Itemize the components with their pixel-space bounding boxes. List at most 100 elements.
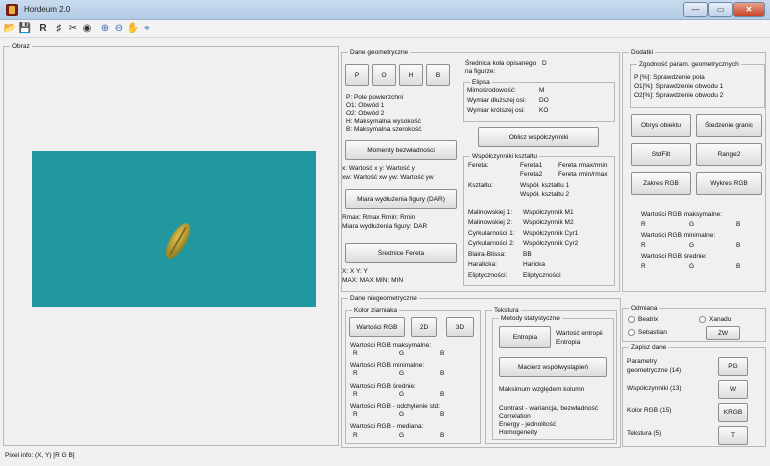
- image-canvas[interactable]: [32, 151, 316, 307]
- save-icon[interactable]: 💾: [18, 22, 32, 36]
- variety-radio[interactable]: [628, 329, 635, 336]
- rgb-g: G: [399, 411, 405, 418]
- legend-b: B: Maksymalna szerokość: [346, 126, 422, 133]
- coef-value: Eliptyczności: [523, 272, 561, 279]
- hash-icon[interactable]: ♯: [52, 22, 66, 36]
- minimize-button[interactable]: —: [683, 2, 708, 17]
- save-rgb-label: Kolor RGB (15): [627, 407, 672, 414]
- coef-value: Współczynnik Cyr1: [523, 230, 579, 237]
- rgb-avg-label: Wartości RGB średnie:: [641, 253, 707, 260]
- coef-label: Blaira-Blissa:: [468, 251, 506, 258]
- feret-diameters-button[interactable]: Średnice Fereta: [345, 243, 457, 263]
- cooccurrence-matrix-button[interactable]: Macierz współwystąpień: [499, 357, 607, 377]
- ellipse-label: Wymiar dłuższej osi:: [467, 97, 527, 104]
- statistical-methods-title: Metody statystyczne: [499, 314, 562, 323]
- geometric-consistency-title: Zgodność param. geometrycznych: [637, 60, 741, 69]
- feret-max-min: MAX: MAX MIN: MIN: [342, 277, 404, 284]
- circumcircle-value: D: [542, 60, 547, 67]
- p-button[interactable]: P: [345, 64, 369, 86]
- ellipse-value: M: [539, 87, 545, 94]
- grain-rgb-median-label: Wartości RGB - mediana:: [350, 423, 424, 430]
- feret-rmax-rmin: Fereta rmax/rmin: [558, 162, 608, 169]
- zoom-out-icon[interactable]: ⊖: [112, 22, 126, 36]
- obraz-title: Obraz: [10, 42, 32, 51]
- coef-label: Cyrkularności 2:: [468, 240, 515, 247]
- rgb-g: G: [399, 350, 405, 357]
- app-icon: [6, 4, 18, 16]
- coef-label: Eliptyczności:: [468, 272, 508, 279]
- rgb-plot-button[interactable]: Wykres RGB: [696, 172, 762, 195]
- pan-icon[interactable]: ✋: [126, 22, 140, 36]
- o-button[interactable]: O: [372, 64, 396, 86]
- save-pg-button[interactable]: PG: [718, 357, 748, 376]
- data-cursor-icon[interactable]: ⌖: [140, 22, 154, 36]
- object-outline-button[interactable]: Obrys obiektu: [631, 114, 691, 137]
- title-bar: Hordeum 2.0 — ▭ ✕: [0, 0, 770, 20]
- variety-sebastian-label: Sebastian: [638, 329, 667, 336]
- consistency-line: O2[%]: Sprawdzenie obwodu 2: [634, 92, 724, 99]
- moments-line-1: x: Wartość x y: Wartość y: [342, 165, 415, 172]
- energy-label: Energy - jednolitość: [499, 421, 557, 428]
- rgb-r: R: [641, 263, 646, 270]
- coef-label: Malinowskiej 2:: [468, 219, 513, 226]
- save-t-button[interactable]: T: [718, 426, 748, 445]
- rgb-r: R: [353, 411, 358, 418]
- toolbar: 📂 💾 R ♯ ✂ ◉ ⊕ ⊖ ✋ ⌖: [0, 20, 770, 38]
- 2d-button[interactable]: 2D: [411, 317, 437, 337]
- boundary-tracing-button[interactable]: Śledzenie granic: [696, 114, 762, 137]
- r-icon[interactable]: R: [36, 22, 50, 36]
- rgb-min-label: Wartości RGB minimalne:: [641, 232, 716, 239]
- save-w-button[interactable]: W: [718, 380, 748, 399]
- open-folder-icon[interactable]: 📂: [3, 22, 17, 36]
- feret-2: Fereta2: [520, 171, 543, 178]
- window-title: Hordeum 2.0: [24, 5, 71, 14]
- variety-radio[interactable]: [699, 316, 706, 323]
- save-krgb-button[interactable]: KRGB: [718, 403, 748, 422]
- stdfilt-button[interactable]: StdFilt: [631, 143, 691, 166]
- b-button[interactable]: B: [426, 64, 450, 86]
- entropy-button[interactable]: Entropia: [499, 326, 551, 348]
- circumcircle-label-2: na figurze:: [465, 68, 496, 75]
- ellipse-label: Wymiar krótszej osi:: [467, 107, 526, 114]
- rgb-g: G: [399, 432, 405, 439]
- coef-label: Cyrkularności 1:: [468, 230, 515, 237]
- rgb-b: B: [736, 263, 741, 270]
- rgb-r: R: [641, 221, 646, 228]
- coef-value: BB: [523, 251, 532, 258]
- rgb-b: B: [440, 391, 445, 398]
- color-icon[interactable]: ◉: [80, 22, 94, 36]
- feret-label: Fereta:: [468, 162, 489, 169]
- zw-button[interactable]: ZW: [706, 326, 740, 340]
- rgb-r: R: [353, 391, 358, 398]
- coef-value: Współczynnik M1: [523, 209, 574, 216]
- save-data-title: Zapisz dane: [629, 343, 669, 352]
- moments-button[interactable]: Momenty bezwładności: [345, 140, 457, 160]
- shape-coefficients-title: Współczynniki kształtu: [470, 152, 540, 161]
- consistency-line: O1[%]: Sprawdzenie obwodu 1: [634, 83, 724, 90]
- ellipse-value: KO: [539, 107, 549, 114]
- feret-rmin-rmax: Fereta rmin/rmax: [558, 171, 608, 178]
- shape-coef-2: Współ. kształtu 2: [520, 191, 570, 198]
- h-button[interactable]: H: [399, 64, 423, 86]
- rgb-range-button[interactable]: Zakres RGB: [631, 172, 691, 195]
- maximize-button[interactable]: ▭: [708, 2, 733, 17]
- close-button[interactable]: ✕: [733, 2, 765, 17]
- 3d-button[interactable]: 3D: [446, 317, 474, 337]
- variety-beatrix-label: Beatrix: [638, 316, 659, 323]
- rgb-r: R: [353, 370, 358, 377]
- range2-button[interactable]: Range2: [696, 143, 762, 166]
- shape-coef-1: Współ. kształtu 1: [520, 182, 570, 189]
- zoom-in-icon[interactable]: ⊕: [98, 22, 112, 36]
- grain-rgb-min-label: Wartości RGB minimalne:: [350, 362, 425, 369]
- tools-icon[interactable]: ✂: [66, 22, 80, 36]
- dar-button[interactable]: Miara wydłużenia figury (DAR): [345, 189, 457, 209]
- extras-title: Dodatki: [629, 48, 656, 57]
- calculate-coefficients-button[interactable]: Oblicz współczynniki: [478, 127, 599, 147]
- grain-rgb-std-label: Wartości RGB - odchylenie std:: [350, 403, 441, 410]
- variety-radio[interactable]: [628, 316, 635, 323]
- entropy-value-label: Wartość entropii: [556, 330, 603, 337]
- circumcircle-label: Średnica koła opisanego: [465, 60, 537, 67]
- rgb-values-button[interactable]: Wartości RGB: [349, 317, 405, 337]
- save-coefficients-label: Współczynniki (13): [627, 385, 682, 392]
- ellipse-label: Mimośrodowość:: [467, 87, 516, 94]
